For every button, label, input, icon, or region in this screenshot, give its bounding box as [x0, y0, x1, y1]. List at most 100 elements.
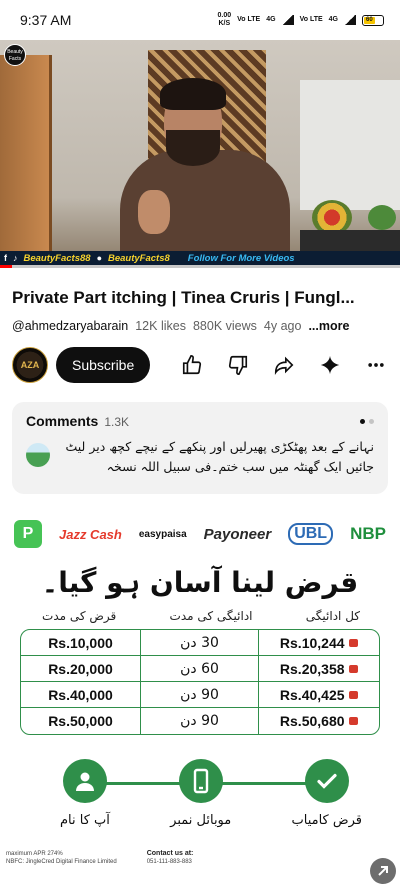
table-row: Rs.50,000 90 دن Rs.50,680 [21, 708, 379, 734]
status-bar: 9:37 AM 0.00 K/S Vo LTE 4G Vo LTE 4G 60 [0, 0, 400, 40]
loan-duration: 90 دن [141, 682, 259, 707]
phone-icon [178, 759, 223, 803]
loan-total: Rs.20,358 [259, 656, 379, 681]
loan-total: Rs.40,425 [259, 682, 379, 707]
sim2-indicator: Vo LTE [299, 16, 323, 23]
channel-handle[interactable]: @ahmedzaryabarain [12, 319, 128, 333]
tag-badge [348, 664, 359, 673]
col-head-total: کل ادائیگی [305, 609, 360, 623]
col-head-repay: ادائیگی کی مدت [169, 609, 253, 623]
subscribe-button[interactable]: Subscribe [56, 347, 151, 383]
sim1-indicator: Vo LTE [237, 16, 261, 23]
loan-amount: Rs.20,000 [21, 656, 141, 681]
video-scene-plant [368, 205, 396, 230]
status-icons: 0.00 K/S Vo LTE 4G Vo LTE 4G 60 [218, 12, 384, 28]
share-icon[interactable] [272, 353, 296, 377]
table-row: Rs.10,000 30 دن Rs.10,244 [21, 630, 379, 656]
video-title[interactable]: Private Part itching | Tinea Cruris | Fu… [0, 268, 400, 308]
tag-badge [348, 638, 359, 647]
loan-duration: 60 دن [141, 656, 259, 681]
commenter-avatar [26, 443, 50, 467]
step-label: موبائل نمبر [170, 813, 232, 828]
battery-icon: 60 [362, 14, 384, 26]
nbp-logo: NBP [350, 524, 386, 543]
ad-fine-left: maximum APR 274% NBFC: JingleCred Digita… [6, 851, 117, 865]
upload-age: 4y ago [263, 319, 302, 333]
channel-avatar[interactable]: AZA [12, 347, 48, 383]
sim2-network: 4G [328, 16, 338, 23]
action-icons [180, 353, 388, 377]
loan-duration: 30 دن [141, 630, 259, 655]
video-progress-bar[interactable] [0, 265, 400, 268]
table-row: Rs.40,000 90 دن Rs.40,425 [21, 682, 379, 708]
app-logo-icon: P [14, 520, 42, 548]
sim1-network: 4G [266, 16, 276, 23]
comments-panel[interactable]: Comments 1.3K نہانے کے بعد پھٹکڑی پھیرلی… [12, 402, 388, 494]
jazzcash-logo: Jazz Cash [58, 526, 122, 542]
top-comment[interactable]: نہانے کے بعد پھٹکڑی پھیرلیں اور پنکھے کے… [26, 437, 374, 477]
loan-table: Rs.10,000 30 دن Rs.10,244 Rs.20,000 60 د… [20, 629, 380, 735]
ticker-text: Follow For More Videos [187, 252, 295, 264]
video-progress-fill [0, 265, 12, 268]
loan-amount: Rs.50,000 [21, 708, 141, 734]
video-scene-door [0, 55, 52, 255]
net-speed: 0.00 K/S [217, 12, 232, 27]
action-row: AZA Subscribe [0, 333, 400, 383]
video-scene-beard [166, 130, 220, 166]
ticker-text: BeautyFacts8 [108, 252, 170, 264]
ad-headline: قرض لینا آسان ہو گیا۔ [41, 566, 359, 599]
loan-amount: Rs.10,000 [21, 630, 141, 655]
ubl-logo: UBL [288, 523, 334, 545]
snapchat-icon: ● [96, 253, 102, 263]
comments-header: Comments 1.3K [26, 413, 374, 429]
loan-duration: 90 دن [141, 708, 259, 734]
facebook-icon: f [4, 253, 7, 263]
like-count: 12K likes [135, 319, 186, 333]
ad-banner[interactable]: P Jazz Cash easypaisa Payoneer UBL NBP ق… [0, 510, 400, 888]
channel-watermark: Beauty Facts [4, 44, 26, 66]
tag-badge [348, 690, 359, 699]
table-row: Rs.20,000 60 دن Rs.20,358 [21, 656, 379, 682]
carousel-dots [360, 419, 374, 424]
video-scene-hair [160, 78, 226, 110]
more-vert-icon[interactable] [364, 353, 388, 377]
ad-brand-row: P Jazz Cash easypaisa Payoneer UBL NBP [0, 510, 400, 550]
dislike-icon[interactable] [226, 353, 250, 377]
status-time: 9:37 AM [20, 12, 72, 28]
signal-icon [281, 15, 294, 25]
step-name: آپ کا نام [60, 759, 110, 828]
video-player[interactable]: Beauty Facts f ♪ BeautyFacts88 ● BeautyF… [0, 40, 400, 265]
step-label: قرض کامیاب [291, 813, 362, 828]
comments-count: 1.3K [104, 415, 130, 429]
more-link[interactable]: ...more [308, 319, 349, 333]
video-scene-hand [138, 190, 170, 234]
comments-label: Comments [26, 413, 99, 429]
loan-total: Rs.50,680 [259, 708, 379, 734]
video-ticker: f ♪ BeautyFacts88 ● BeautyFacts8 Follow … [0, 251, 400, 265]
video-meta[interactable]: @ahmedzaryabarain 12K likes 880K views 4… [0, 308, 400, 333]
like-icon[interactable] [180, 353, 204, 377]
ticker-text: BeautyFacts88 [23, 252, 91, 264]
easypaisa-logo: easypaisa [138, 528, 187, 540]
ad-steps: آپ کا نام موبائل نمبر قرض کامیاب [0, 735, 400, 828]
tiktok-icon: ♪ [13, 253, 18, 263]
tag-badge [348, 717, 359, 725]
sparkle-icon[interactable] [318, 353, 342, 377]
checkmark-icon [304, 759, 349, 803]
col-head-loan: قرض کی مدت [42, 609, 117, 623]
step-success: قرض کامیاب [292, 759, 362, 828]
signal-icon [344, 15, 356, 25]
expand-icon[interactable] [370, 858, 396, 884]
loan-total: Rs.10,244 [259, 630, 379, 655]
step-label: آپ کا نام [60, 813, 110, 828]
payoneer-logo: Payoneer [203, 525, 272, 543]
step-mobile: موبائل نمبر [170, 759, 231, 828]
loan-column-headers: کل ادائیگی ادائیگی کی مدت قرض کی مدت [0, 599, 400, 623]
loan-amount: Rs.40,000 [21, 682, 141, 707]
ad-fine-print: maximum APR 274% NBFC: JingleCred Digita… [0, 850, 400, 866]
user-icon [62, 759, 107, 803]
view-count: 880K views [192, 319, 257, 333]
video-scene-window [300, 80, 400, 210]
comment-text: نہانے کے بعد پھٹکڑی پھیرلیں اور پنکھے کے… [65, 439, 375, 474]
ad-fine-contact: Contact us at: 051-111-883-883 [146, 850, 194, 865]
